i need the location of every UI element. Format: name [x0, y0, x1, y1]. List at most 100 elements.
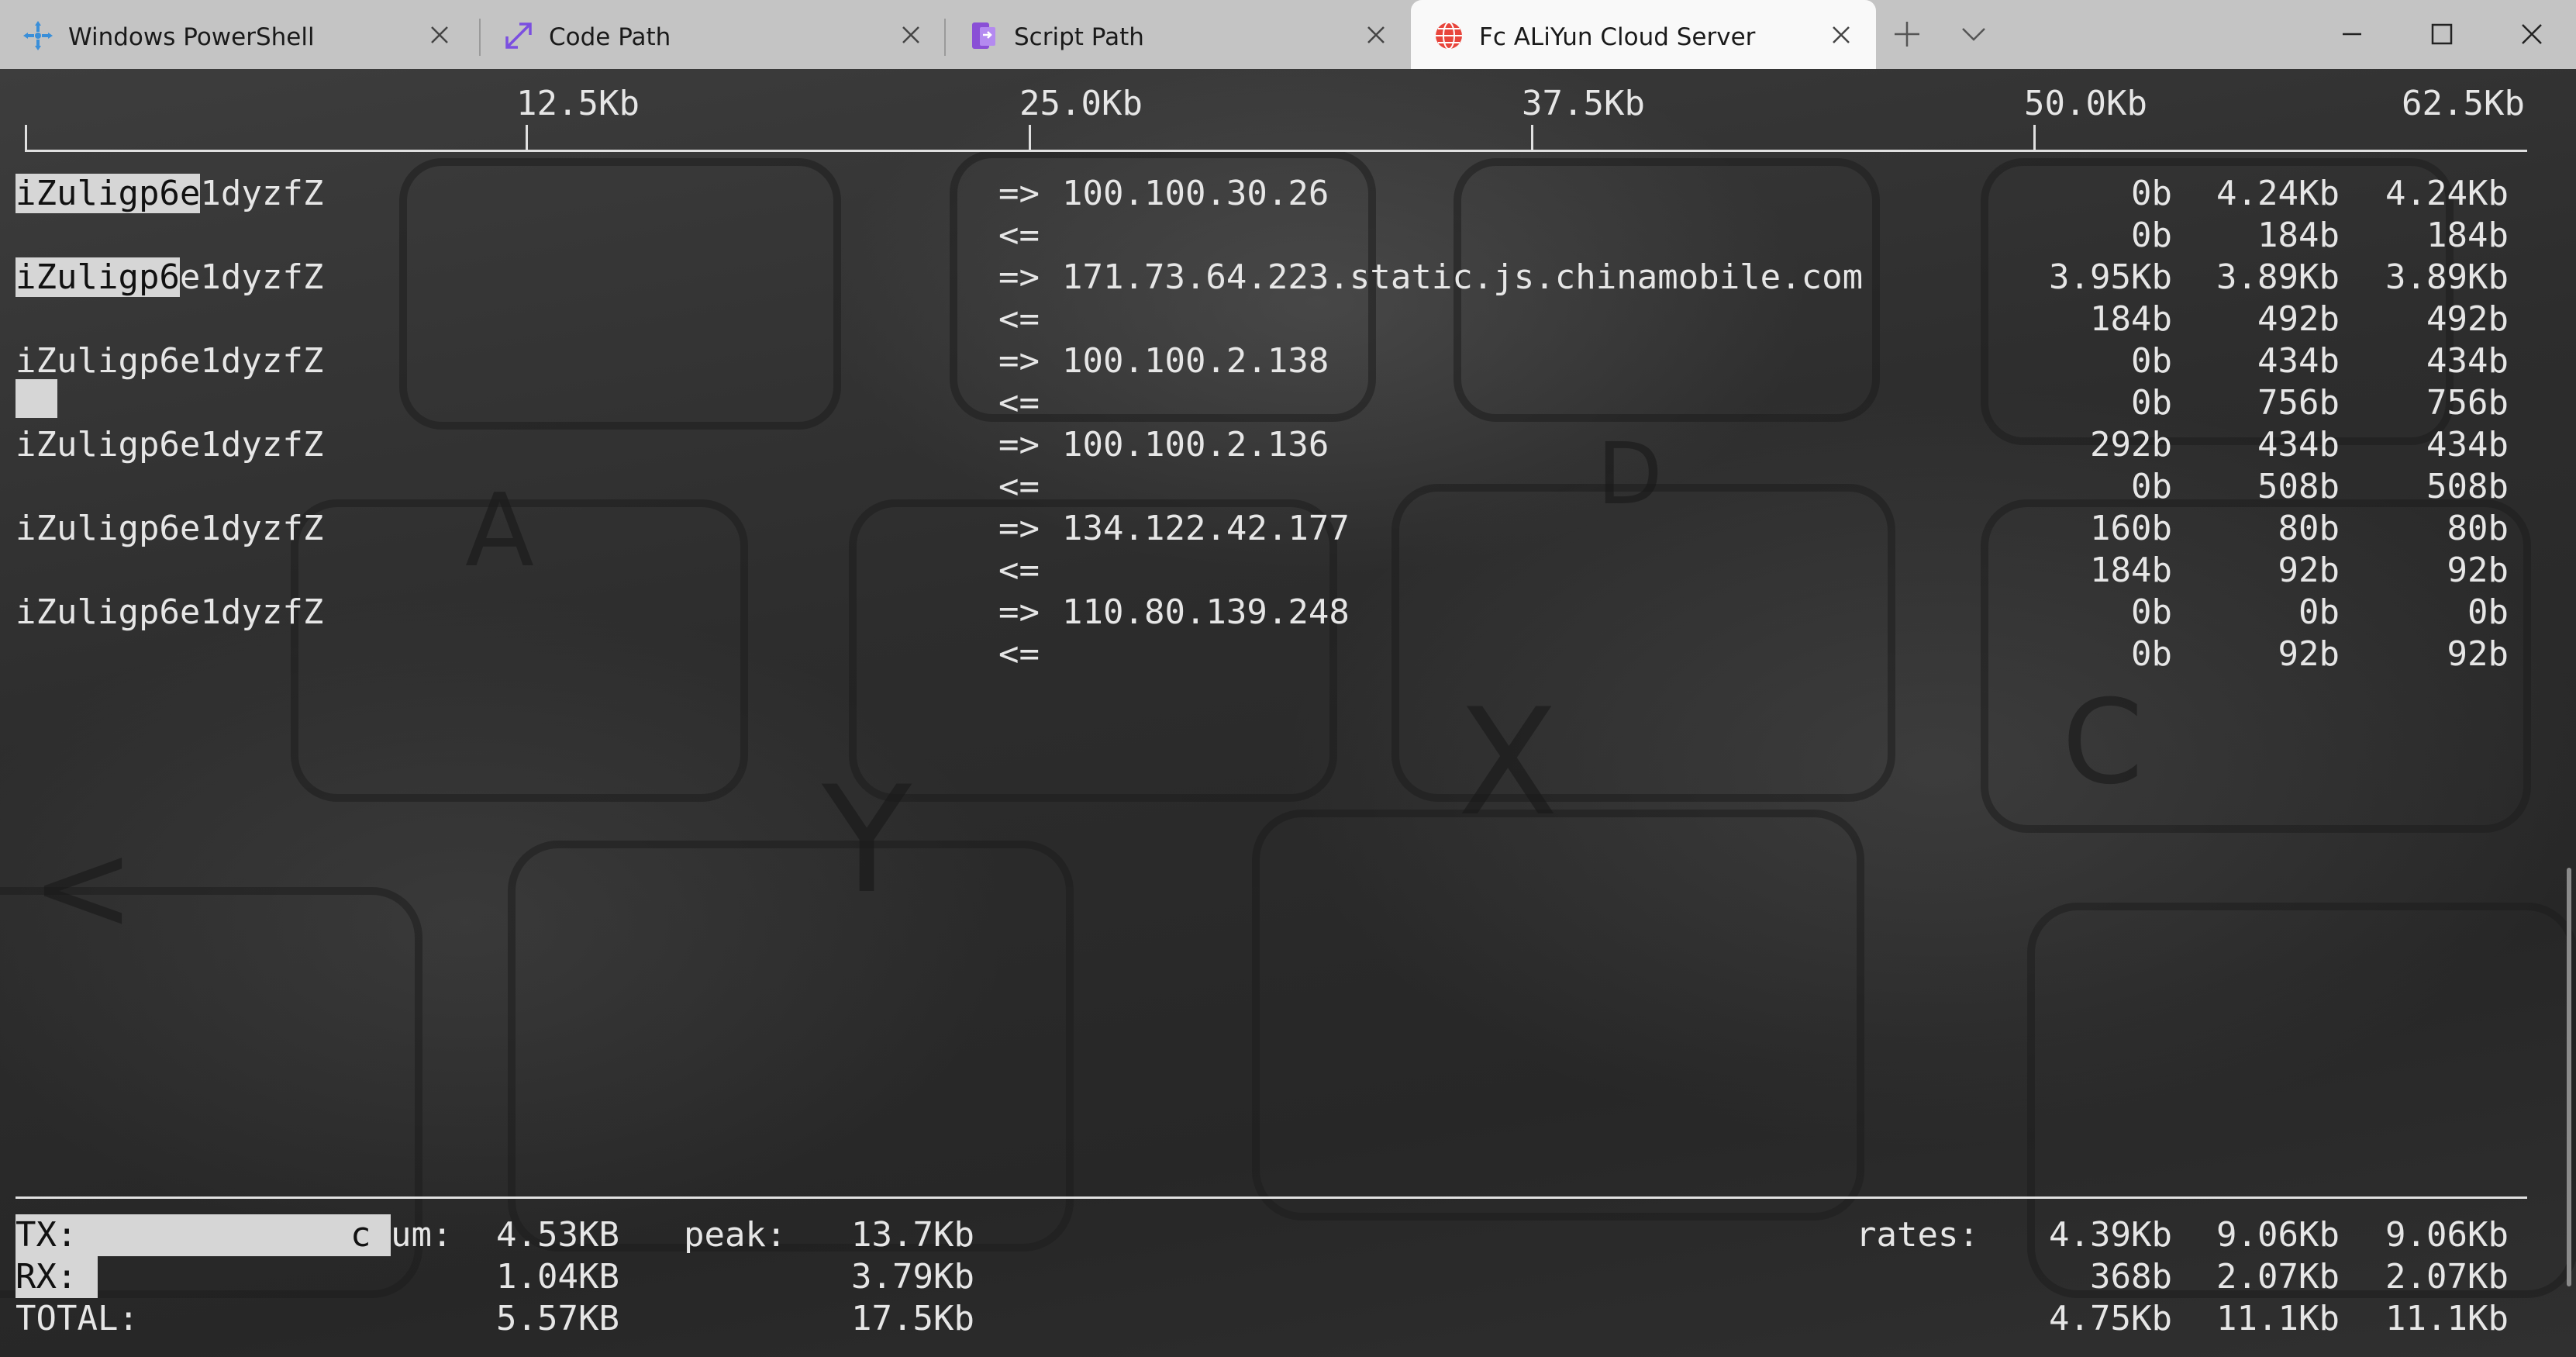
- close-icon[interactable]: [426, 22, 453, 48]
- inbound-arrow: <=: [998, 467, 1040, 506]
- cum-label-rest: um:: [391, 1215, 453, 1255]
- host-rest: iZuligp6e1dyzfZ: [16, 425, 324, 464]
- scale-label: 25.0Kb: [1019, 84, 1143, 123]
- host-rest: iZuligp6e1dyzfZ: [16, 592, 324, 632]
- outbound-arrow: =>: [998, 592, 1040, 632]
- chevron-down-icon[interactable]: [1957, 17, 1991, 51]
- outbound-arrow: =>: [998, 425, 1040, 464]
- svg-text:C: C: [2062, 675, 2143, 810]
- rate-40s-out: 434b: [2426, 341, 2509, 381]
- rate-40s-out: 0b: [2467, 592, 2509, 632]
- peer-host: 100.100.2.138: [1062, 341, 1329, 381]
- minimize-icon[interactable]: [2335, 17, 2369, 51]
- rate-40s-out: 3.89Kb: [2385, 257, 2509, 297]
- rate-40s-out: 434b: [2426, 425, 2509, 464]
- outbound-arrow: =>: [998, 509, 1040, 548]
- inbound-arrow: <=: [998, 551, 1040, 590]
- host-rest: iZuligp6e1dyzfZ: [16, 509, 324, 548]
- close-icon[interactable]: [1828, 22, 1854, 48]
- rx-peak-value: 3.79Kb: [851, 1257, 974, 1297]
- rate-40s-in: 508b: [2426, 467, 2509, 506]
- scale-tick: [1531, 125, 1533, 151]
- tab-code-path[interactable]: Code Path: [481, 0, 946, 69]
- tab-windows-powershell[interactable]: Windows PowerShell: [0, 0, 474, 69]
- source-host: iZuligp6e1dyzfZ: [16, 424, 323, 466]
- svg-text:D: D: [1597, 424, 1663, 523]
- inbound-arrow: <=: [998, 299, 1040, 339]
- svg-text:X: X: [1457, 677, 1558, 848]
- maximize-icon[interactable]: [2425, 17, 2459, 51]
- tx-cum-value: 4.53KB: [496, 1215, 619, 1255]
- tab-title: Code Path: [549, 23, 671, 51]
- tab-title: Windows PowerShell: [68, 23, 315, 51]
- scale-tick: [2033, 125, 2036, 151]
- scale-tick: [1029, 125, 1031, 151]
- outbound-arrow: =>: [998, 174, 1040, 213]
- host-rest: e1dyzfZ: [179, 257, 324, 297]
- rate-40s-out: 4.24Kb: [2385, 174, 2509, 213]
- scale-label: 12.5Kb: [516, 84, 640, 123]
- rate-40s-in: 92b: [2447, 634, 2509, 674]
- outbound-arrow: =>: [998, 341, 1040, 381]
- svg-text:A: A: [465, 471, 534, 589]
- tab-title: Script Path: [1014, 23, 1144, 51]
- peer-host: 100.100.2.136: [1062, 425, 1329, 464]
- inbound-arrow: <=: [998, 634, 1040, 674]
- title-bar: Windows PowerShell Code Path Script Path: [0, 0, 2576, 69]
- close-icon[interactable]: [1363, 22, 1389, 48]
- selection-highlight: iZuligp6: [16, 257, 180, 297]
- terminal-pane[interactable]: A D Y X C < 12.5Kb 25.0Kb 37.5Kb 50.0Kb …: [0, 69, 2576, 1357]
- close-icon[interactable]: [898, 22, 924, 48]
- source-host: iZuligp6e1dyzfZ: [16, 592, 323, 634]
- rate-40s-in: 92b: [2447, 551, 2509, 590]
- host-rest: iZuligp6e1dyzfZ: [16, 341, 324, 381]
- rate-40s-out: 80b: [2447, 509, 2509, 548]
- scale-label: 62.5Kb: [2402, 84, 2525, 123]
- scrollbar-thumb[interactable]: [2567, 868, 2571, 1286]
- peer-host: 110.80.139.248: [1062, 592, 1350, 632]
- scale-label: 37.5Kb: [1522, 84, 1645, 123]
- inbound-arrow: <=: [998, 216, 1040, 255]
- outbound-arrow: =>: [998, 257, 1040, 297]
- scale-axis: [25, 150, 2527, 152]
- scale-tick: [526, 125, 528, 151]
- powershell-icon: [23, 21, 53, 50]
- new-tab-plus-icon[interactable]: [1890, 17, 1924, 51]
- peer-host: 134.122.42.177: [1062, 509, 1350, 548]
- summary-divider: [16, 1196, 2527, 1199]
- peak-label: peak:: [684, 1215, 787, 1255]
- peer-host: 100.100.30.26: [1062, 174, 1329, 213]
- close-window-icon[interactable]: [2515, 17, 2549, 51]
- rate-40s-in: 492b: [2426, 299, 2509, 339]
- source-host: iZuligp6e1dyzfZ: [16, 340, 323, 382]
- inbound-arrow: <=: [998, 383, 1040, 423]
- tx-label: TX:: [16, 1214, 350, 1256]
- tx-rate-2: 9.06Kb: [2385, 1215, 2509, 1255]
- scale-label: 50.0Kb: [2024, 84, 2147, 123]
- cum-label: c um:: [350, 1214, 452, 1256]
- peer-host: 171.73.64.223.static.js.chinamobile.com: [1062, 257, 1864, 297]
- expand-arrows-icon: [505, 22, 532, 49]
- total-cum-value: 5.57KB: [496, 1299, 619, 1338]
- rate-40s-in: 756b: [2426, 383, 2509, 423]
- rx-label: RX:: [16, 1256, 98, 1298]
- cum-label-highlight: c: [350, 1214, 391, 1256]
- tab-script-path[interactable]: Script Path: [946, 0, 1411, 69]
- host-rest: 1dyzfZ: [200, 174, 324, 213]
- source-host: iZuligp6e1dyzfZ: [16, 173, 323, 215]
- source-host: iZuligp6e1dyzfZ: [16, 257, 323, 299]
- scale-tick: [25, 125, 27, 151]
- total-rate-2: 11.1Kb: [2385, 1299, 2509, 1338]
- terminal-cursor: [16, 379, 57, 418]
- total-label: TOTAL:: [16, 1299, 139, 1338]
- globe-icon: [1436, 22, 1462, 50]
- tx-peak-value: 13.7Kb: [851, 1215, 974, 1255]
- tab-fc-aliyun-cloud-server[interactable]: Fc ALiYun Cloud Server: [1411, 0, 1876, 69]
- rx-cum-value: 1.04KB: [496, 1257, 619, 1297]
- rx-rate-2: 2.07Kb: [2385, 1257, 2509, 1297]
- tx-label-text: TX:: [16, 1214, 350, 1256]
- selection-highlight: iZuligp6e: [16, 174, 201, 213]
- total-peak-value: 17.5Kb: [851, 1299, 974, 1338]
- rate-40s-in: 184b: [2426, 216, 2509, 255]
- svg-text:Y: Y: [821, 754, 912, 926]
